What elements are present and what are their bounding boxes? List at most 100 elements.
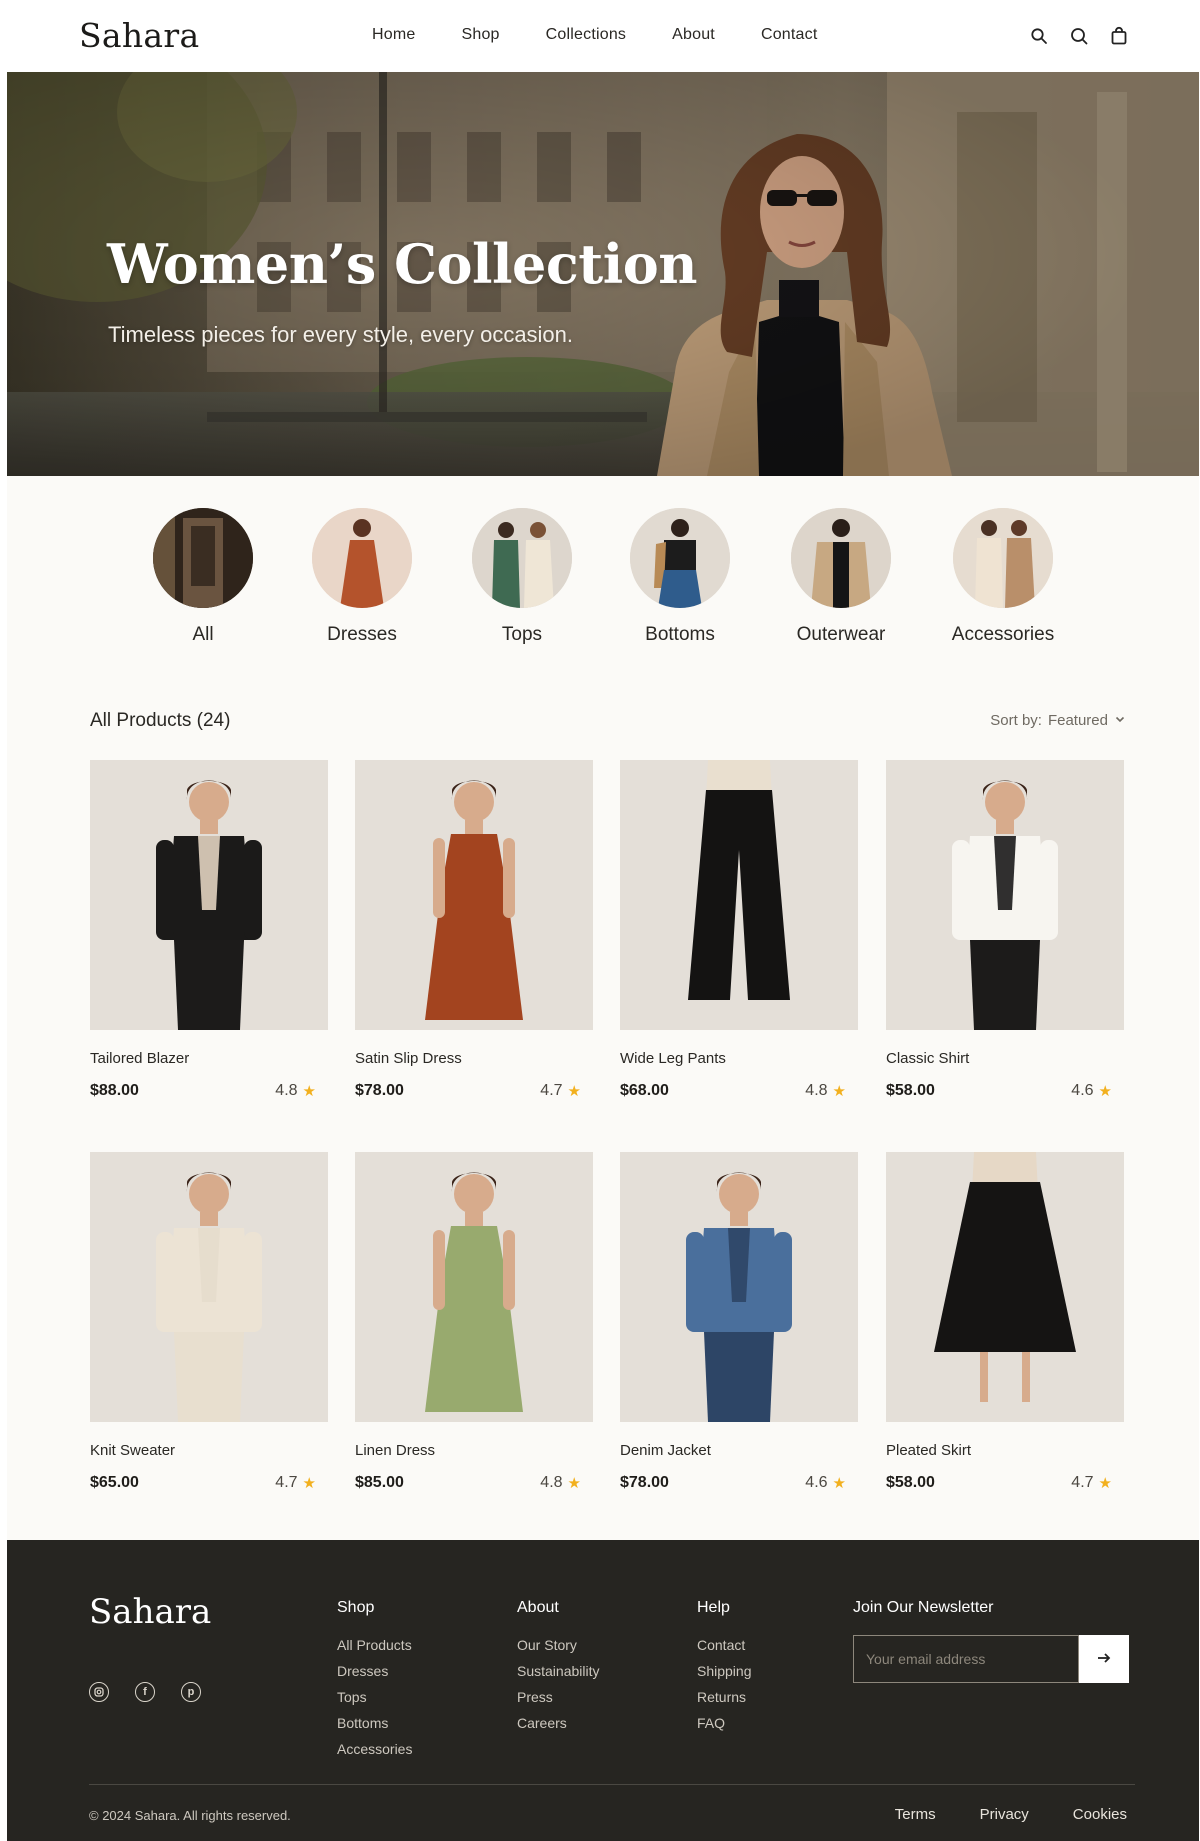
category-bottoms[interactable]: Bottoms <box>610 508 750 646</box>
cookies-link[interactable]: Cookies <box>1073 1806 1127 1823</box>
star-icon: ★ <box>1098 1083 1112 1100</box>
sort-label: Sort by: <box>990 712 1042 729</box>
product-card[interactable]: Tailored Blazer $88.00 4.8 ★ <box>90 760 328 1100</box>
product-card[interactable]: Pleated Skirt $58.00 4.7 ★ <box>886 1152 1124 1492</box>
product-price: $58.00 <box>886 1474 935 1491</box>
terms-link[interactable]: Terms <box>895 1806 936 1823</box>
footer-link[interactable]: Bottoms <box>337 1715 412 1731</box>
category-label: Tops <box>501 624 543 645</box>
product-price: $78.00 <box>620 1474 669 1491</box>
footer-link[interactable]: Careers <box>517 1715 600 1731</box>
footer-heading: About <box>517 1599 559 1616</box>
newsletter-email-input[interactable] <box>853 1635 1079 1683</box>
product-price: $58.00 <box>886 1082 935 1099</box>
product-image <box>886 1152 1124 1422</box>
sort-dropdown[interactable]: Sort by: Featured <box>990 712 1126 729</box>
product-name: Knit Sweater <box>90 1442 176 1459</box>
category-image <box>953 508 1053 608</box>
category-label: All <box>192 624 214 645</box>
star-icon: ★ <box>832 1475 846 1492</box>
footer-link[interactable]: Our Story <box>517 1637 600 1653</box>
product-rating: 4.6 ★ <box>805 1474 846 1492</box>
product-name: Classic Shirt <box>886 1050 970 1067</box>
legal-links: Terms Privacy Cookies <box>895 1806 1127 1823</box>
product-card[interactable]: Denim Jacket $78.00 4.6 ★ <box>620 1152 858 1492</box>
main-nav: Home Shop Collections About Contact <box>372 26 863 44</box>
footer-link[interactable]: Dresses <box>337 1663 412 1679</box>
footer-col-shop: Shop All Products Dresses Tops Bottoms A… <box>337 1599 412 1767</box>
product-name: Tailored Blazer <box>90 1050 190 1067</box>
product-image <box>620 760 858 1030</box>
footer-link[interactable]: All Products <box>337 1637 412 1653</box>
site-header: Sahara Home Shop Collections About Conta… <box>7 0 1199 72</box>
footer-link[interactable]: Tops <box>337 1689 412 1705</box>
copyright: © 2024 Sahara. All rights reserved. <box>89 1808 291 1823</box>
bag-icon[interactable] <box>1109 26 1129 46</box>
category-strip: All Dresses Tops Bottoms Outerwear Acces… <box>7 508 1199 648</box>
product-card[interactable]: Wide Leg Pants $68.00 4.8 ★ <box>620 760 858 1100</box>
newsletter-submit-button[interactable] <box>1079 1635 1129 1683</box>
nav-shop[interactable]: Shop <box>461 26 499 44</box>
footer-link[interactable]: Accessories <box>337 1741 412 1757</box>
product-rating: 4.7 ★ <box>1071 1474 1112 1492</box>
rating-value: 4.7 <box>275 1474 298 1491</box>
search-icon[interactable] <box>1029 26 1049 46</box>
product-price: $68.00 <box>620 1082 669 1099</box>
product-rating: 4.7 ★ <box>540 1082 581 1100</box>
rating-value: 4.8 <box>805 1082 828 1099</box>
rating-value: 4.6 <box>1071 1082 1094 1099</box>
star-icon: ★ <box>1098 1475 1112 1492</box>
hero-subtitle: Timeless pieces for every style, every o… <box>108 322 574 347</box>
category-outerwear[interactable]: Outerwear <box>771 508 911 646</box>
footer-divider <box>89 1784 1135 1785</box>
product-card[interactable]: Classic Shirt $58.00 4.6 ★ <box>886 760 1124 1100</box>
hero-banner: Women’s Collection Timeless pieces for e… <box>7 72 1199 476</box>
logo[interactable]: Sahara <box>79 16 199 55</box>
facebook-icon[interactable]: f <box>135 1682 155 1702</box>
product-price: $85.00 <box>355 1474 404 1491</box>
nav-collections[interactable]: Collections <box>546 26 626 44</box>
header-actions <box>1029 26 1129 46</box>
product-card[interactable]: Knit Sweater $65.00 4.7 ★ <box>90 1152 328 1492</box>
star-icon: ★ <box>302 1475 316 1492</box>
category-dresses[interactable]: Dresses <box>292 508 432 646</box>
instagram-icon[interactable] <box>89 1682 109 1702</box>
product-rating: 4.8 ★ <box>275 1082 316 1100</box>
sort-value: Featured <box>1047 712 1108 729</box>
product-image <box>886 760 1124 1030</box>
star-icon: ★ <box>567 1475 581 1492</box>
footer-link[interactable]: Contact <box>697 1637 752 1653</box>
product-image <box>355 1152 593 1422</box>
footer-heading: Shop <box>337 1599 375 1616</box>
footer-link[interactable]: Shipping <box>697 1663 752 1679</box>
category-label: Dresses <box>327 624 397 645</box>
footer-link[interactable]: Returns <box>697 1689 752 1705</box>
category-accessories[interactable]: Accessories <box>933 508 1073 646</box>
category-tops[interactable]: Tops <box>452 508 592 646</box>
newsletter-heading: Join Our Newsletter <box>853 1599 994 1616</box>
newsletter: Join Our Newsletter <box>853 1599 1129 1683</box>
product-card[interactable]: Linen Dress $85.00 4.8 ★ <box>355 1152 593 1492</box>
arrow-right-icon <box>1096 1651 1112 1668</box>
newsletter-form <box>853 1635 1133 1683</box>
account-icon[interactable] <box>1069 26 1089 46</box>
nav-home[interactable]: Home <box>372 26 415 44</box>
pinterest-icon[interactable]: p <box>181 1682 201 1702</box>
category-all[interactable]: All <box>133 508 273 646</box>
nav-contact[interactable]: Contact <box>761 26 818 44</box>
footer-logo[interactable]: Sahara <box>89 1592 211 1632</box>
privacy-link[interactable]: Privacy <box>980 1806 1029 1823</box>
product-rating: 4.8 ★ <box>805 1082 846 1100</box>
rating-value: 4.8 <box>275 1082 298 1099</box>
rating-value: 4.8 <box>540 1474 563 1491</box>
product-image <box>355 760 593 1030</box>
footer-link[interactable]: Press <box>517 1689 600 1705</box>
nav-about[interactable]: About <box>672 26 715 44</box>
footer-link[interactable]: Sustainability <box>517 1663 600 1679</box>
product-rating: 4.6 ★ <box>1071 1082 1112 1100</box>
product-card[interactable]: Satin Slip Dress $78.00 4.7 ★ <box>355 760 593 1100</box>
product-rating: 4.8 ★ <box>540 1474 581 1492</box>
footer-link[interactable]: FAQ <box>697 1715 752 1731</box>
chevron-down-icon <box>1114 712 1126 729</box>
product-price: $78.00 <box>355 1082 404 1099</box>
